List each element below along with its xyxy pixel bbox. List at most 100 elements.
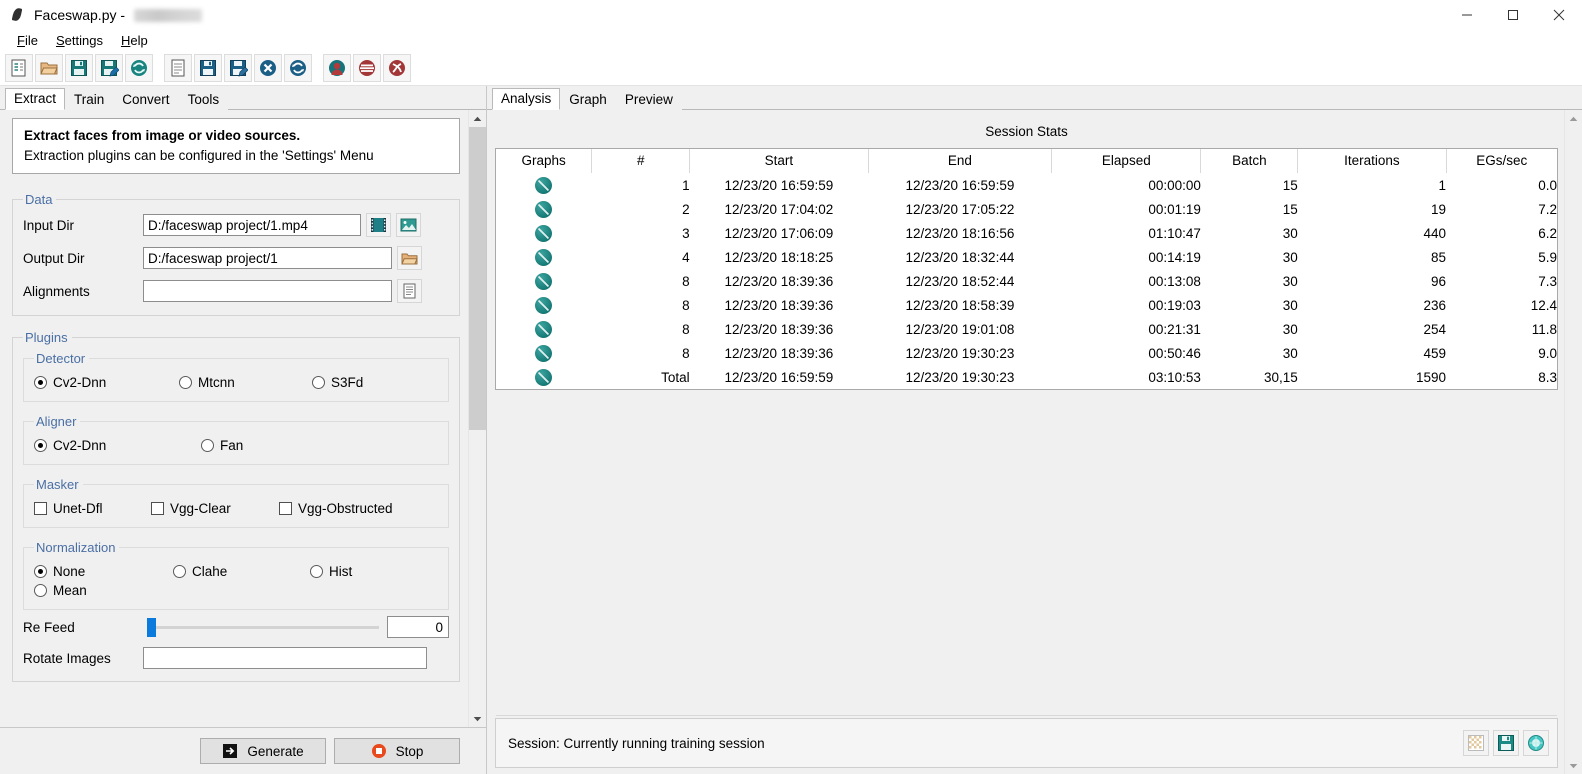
table-row[interactable]: 8 12/23/20 18:39:36 12/23/20 18:58:39 00:19… [496, 293, 1557, 317]
col-start[interactable]: Start [689, 149, 869, 173]
checkbox-masker-unetdfl[interactable]: Unet-Dfl [34, 501, 151, 516]
table-row[interactable]: Total 12/23/20 16:59:59 12/23/20 19:30:23 0… [496, 365, 1557, 389]
reload-task-icon[interactable] [284, 53, 312, 82]
table-row[interactable]: 2 12/23/20 17:04:02 12/23/20 17:05:22 00:01… [496, 197, 1557, 221]
dataset-tool-icon[interactable] [353, 53, 381, 82]
save-icon[interactable] [1493, 730, 1519, 756]
file-icon[interactable] [397, 279, 422, 303]
re-feed-value-field[interactable] [387, 616, 449, 638]
graph-icon[interactable] [496, 197, 592, 221]
scroll-down-arrow[interactable] [469, 710, 486, 727]
aligner-section: Aligner Cv2-Dnn Fan [23, 414, 449, 465]
normalization-options-row1: None Clahe Hist [34, 564, 438, 579]
save-task-icon[interactable] [194, 53, 222, 82]
table-row[interactable]: 3 12/23/20 17:06:09 12/23/20 18:16:56 01:10… [496, 221, 1557, 245]
checkbox-masker-vggobstructed[interactable]: Vgg-Obstructed [279, 501, 393, 516]
col-batch[interactable]: Batch [1200, 149, 1299, 173]
cell-end: 12/23/20 18:32:44 [905, 249, 1015, 265]
stop-button[interactable]: Stop [334, 738, 460, 764]
output-dir-label: Output Dir [23, 250, 85, 266]
clear-icon[interactable] [1463, 730, 1489, 756]
tab-preview[interactable]: Preview [615, 89, 682, 110]
table-row[interactable]: 4 12/23/20 18:18:25 12/23/20 18:32:44 00:14… [496, 245, 1557, 269]
save-project-icon[interactable] [65, 53, 93, 82]
col-iterations[interactable]: Iterations [1297, 149, 1447, 173]
tab-tools[interactable]: Tools [178, 89, 229, 110]
tab-graph[interactable]: Graph [560, 89, 616, 110]
tab-train[interactable]: Train [65, 89, 114, 110]
radio-norm-none[interactable]: None [34, 564, 173, 579]
col-number[interactable]: # [591, 149, 691, 173]
table-row[interactable]: 8 12/23/20 18:39:36 12/23/20 19:01:08 00:21… [496, 317, 1557, 341]
graph-icon[interactable] [496, 221, 592, 245]
col-elapsed[interactable]: Elapsed [1051, 149, 1202, 173]
graph-icon[interactable] [496, 365, 592, 389]
maximize-icon[interactable] [1490, 0, 1536, 30]
reload-project-icon[interactable] [125, 53, 153, 82]
cell-end: 12/23/20 17:05:22 [905, 201, 1015, 217]
cell-egs: 5.9 [1538, 249, 1557, 265]
extract-tool-icon[interactable] [323, 53, 351, 82]
cell-iterations: 236 [1423, 297, 1447, 313]
scroll-up-arrow[interactable] [469, 110, 486, 127]
graph-icon[interactable] [496, 245, 592, 269]
col-egs-sec[interactable]: EGs/sec [1446, 149, 1557, 173]
left-scrollbar[interactable] [468, 110, 486, 727]
new-project-icon[interactable] [5, 53, 33, 82]
radio-norm-clahe[interactable]: Clahe [173, 564, 310, 579]
alignments-field[interactable] [143, 280, 392, 302]
radio-detector-s3fd[interactable]: S3Fd [312, 375, 363, 390]
table-row[interactable]: 8 12/23/20 18:39:36 12/23/20 18:52:44 00:13… [496, 269, 1557, 293]
col-graphs[interactable]: Graphs [496, 149, 593, 173]
close-icon[interactable] [1536, 0, 1582, 30]
option-label: Fan [220, 438, 244, 453]
graph-icon[interactable] [496, 341, 592, 365]
generate-button[interactable]: Generate [200, 738, 326, 764]
radio-norm-mean[interactable]: Mean [34, 583, 87, 598]
clear-task-icon[interactable] [254, 53, 282, 82]
rotate-images-field[interactable] [143, 647, 427, 669]
re-feed-slider[interactable] [147, 616, 449, 638]
radio-detector-cv2dnn[interactable]: Cv2-Dnn [34, 375, 179, 390]
graph-icon[interactable] [496, 317, 592, 341]
menu-settings[interactable]: Settings [47, 32, 112, 49]
radio-aligner-cv2dnn[interactable]: Cv2-Dnn [34, 438, 201, 453]
right-scroll-track[interactable] [1565, 127, 1582, 757]
radio-norm-hist[interactable]: Hist [310, 564, 352, 579]
scroll-up-arrow[interactable] [1565, 110, 1582, 127]
graph-icon[interactable] [496, 173, 592, 197]
new-task-icon[interactable] [164, 53, 192, 82]
folder-icon[interactable] [397, 246, 422, 270]
slider-track[interactable] [147, 617, 379, 637]
slider-thumb[interactable] [147, 617, 156, 637]
radio-aligner-fan[interactable]: Fan [201, 438, 243, 453]
menu-help[interactable]: Help [112, 32, 157, 49]
graph-icon[interactable] [496, 269, 592, 293]
save-project-as-icon[interactable] [95, 53, 123, 82]
tab-convert[interactable]: Convert [113, 89, 179, 110]
left-scroll-track[interactable] [469, 127, 486, 710]
scroll-down-arrow[interactable] [1565, 757, 1582, 774]
cell-start: 12/23/20 16:59:59 [724, 177, 834, 193]
radio-detector-mtcnn[interactable]: Mtcnn [179, 375, 312, 390]
input-dir-field[interactable] [143, 214, 361, 236]
cell-iterations: 96 [1430, 273, 1447, 289]
checkbox-masker-vggclear[interactable]: Vgg-Clear [151, 501, 279, 516]
film-icon[interactable] [366, 213, 391, 237]
open-project-icon[interactable] [35, 53, 63, 82]
left-scroll-thumb[interactable] [469, 127, 486, 431]
image-icon[interactable] [396, 213, 421, 237]
tab-analysis[interactable]: Analysis [492, 88, 561, 110]
graph-icon[interactable] [496, 293, 592, 317]
right-scrollbar[interactable] [1564, 110, 1582, 774]
save-task-as-icon[interactable] [224, 53, 252, 82]
output-dir-field[interactable] [143, 247, 392, 269]
table-row[interactable]: 1 12/23/20 16:59:59 12/23/20 16:59:59 00:00… [496, 173, 1557, 197]
tab-extract[interactable]: Extract [5, 88, 66, 110]
table-row[interactable]: 8 12/23/20 18:39:36 12/23/20 19:30:23 00:50… [496, 341, 1557, 365]
menu-file[interactable]: File [8, 32, 47, 49]
col-end[interactable]: End [868, 149, 1053, 173]
minimize-icon[interactable] [1444, 0, 1490, 30]
refresh-icon[interactable] [1523, 730, 1549, 756]
effmpeg-tool-icon[interactable] [383, 53, 411, 82]
